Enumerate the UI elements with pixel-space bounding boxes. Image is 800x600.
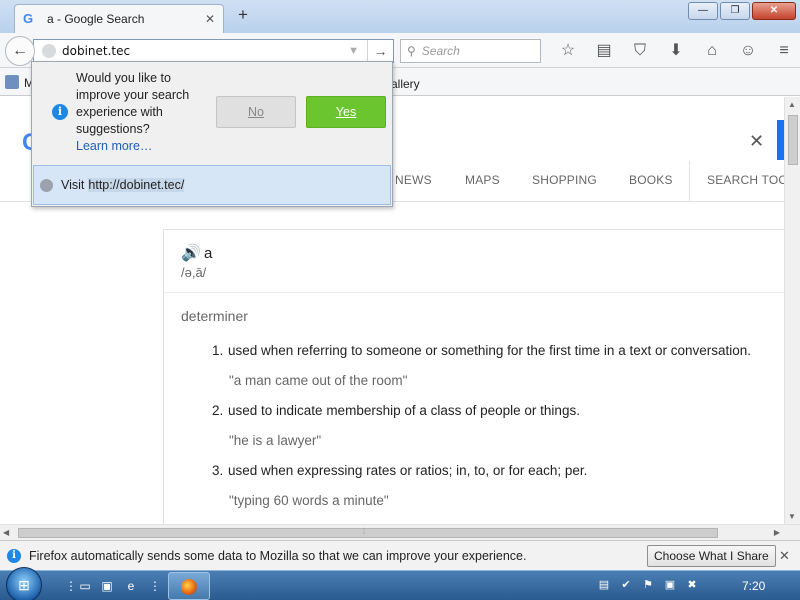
- tab-search-tools[interactable]: SEARCH TOOLS: [707, 173, 784, 187]
- google-favicon-icon: G: [23, 11, 34, 26]
- tab-maps[interactable]: MAPS: [465, 173, 500, 187]
- tab-separator: [689, 161, 690, 201]
- tab-google-search[interactable]: G a - Google Search ✕: [14, 4, 224, 33]
- word-row: 🔊 a: [181, 243, 212, 263]
- definition-number: 1.: [212, 343, 224, 358]
- vertical-scrollbar[interactable]: ▲ ▼: [784, 97, 800, 524]
- new-tab-button[interactable]: +: [234, 6, 252, 24]
- visit-label: Visit: [61, 178, 85, 192]
- system-tray: ▤ ✔ ⚑ ▣ ✖: [596, 577, 700, 593]
- close-window-button[interactable]: ✕: [752, 2, 796, 20]
- card-divider: [164, 292, 784, 293]
- scroll-right-icon[interactable]: ▶: [774, 528, 780, 537]
- bookmark-item-gallery[interactable]: allery: [391, 77, 420, 91]
- globe-icon: [42, 44, 56, 58]
- download-icon[interactable]: ⬇: [658, 41, 694, 61]
- scroll-left-icon[interactable]: ◀: [3, 528, 9, 537]
- tab-title: a - Google Search: [47, 12, 145, 26]
- taskbar-clock[interactable]: 7:20: [742, 579, 765, 593]
- search-input[interactable]: ⚲ Search: [400, 39, 541, 63]
- scroll-down-icon[interactable]: ▼: [788, 512, 796, 521]
- tab-news[interactable]: NEWS: [395, 173, 432, 187]
- hello-icon[interactable]: ☺: [730, 41, 766, 61]
- phonetic: /ə,ā/: [181, 265, 207, 280]
- choose-what-i-share-button[interactable]: Choose What I Share: [647, 545, 776, 567]
- speaker-icon[interactable]: 🔊: [181, 243, 201, 263]
- visit-url: http://dobinet.tec/: [88, 178, 185, 192]
- horizontal-scroll-thumb[interactable]: ⦙: [18, 526, 718, 538]
- globe-icon: [40, 178, 53, 192]
- menu-icon[interactable]: ≡: [766, 41, 800, 61]
- definition-number: 3.: [212, 463, 224, 478]
- definition-example: "a man came out of the room": [229, 373, 408, 388]
- suggestions-message: Would you like to improve your search ex…: [76, 71, 190, 136]
- tray-shield-icon[interactable]: ✔: [618, 577, 634, 593]
- no-button[interactable]: No: [216, 96, 296, 128]
- firefox-taskbar-button[interactable]: [168, 572, 210, 600]
- toolbar-icons: ☆ ▤ ⛉ ⬇ ⌂ ☺ ≡: [550, 41, 800, 61]
- data-sharing-notification: i Firefox automatically sends some data …: [0, 540, 800, 570]
- magnifier-icon: ⚲: [407, 44, 416, 58]
- window-titlebar: G a - Google Search ✕ + — ❐ ✕: [0, 0, 800, 33]
- taskbar-separator-icon: ⋮: [149, 579, 161, 593]
- tray-doc-icon[interactable]: ▤: [596, 577, 612, 593]
- definition-item: 1. used when referring to someone or some…: [212, 343, 751, 358]
- windows-taskbar: ⊞ ⋮ ▭ ▣ e ⋮ ▤ ✔ ⚑ ▣ ✖ 7:20: [0, 567, 800, 600]
- firefox-icon: [181, 578, 197, 595]
- go-arrow-icon[interactable]: →: [367, 40, 393, 62]
- network-icon[interactable]: ▣: [662, 577, 678, 593]
- home-icon[interactable]: ⌂: [694, 41, 730, 61]
- explorer-icon[interactable]: ▣: [96, 575, 118, 597]
- star-icon[interactable]: ☆: [550, 41, 586, 61]
- search-suggestions-popup: i Would you like to improve your search …: [31, 61, 393, 207]
- search-placeholder: Search: [421, 44, 460, 58]
- bookmark-icon: [5, 75, 19, 89]
- tab-books[interactable]: BOOKS: [629, 173, 673, 187]
- definition-text: used to indicate membership of a class o…: [228, 403, 580, 418]
- scroll-grip-icon: ⦙: [363, 526, 366, 536]
- url-input[interactable]: dobinet.tec: [62, 44, 348, 58]
- search-button[interactable]: [777, 120, 784, 160]
- dictionary-card: 🔊 a /ə,ā/ determiner 1. used when referri…: [163, 229, 784, 524]
- definition-number: 2.: [212, 403, 224, 418]
- scroll-up-icon[interactable]: ▲: [788, 100, 796, 109]
- yes-button[interactable]: Yes: [306, 96, 386, 128]
- notification-close-icon[interactable]: ✕: [779, 548, 790, 564]
- volume-muted-icon[interactable]: ✖: [684, 577, 700, 593]
- visit-suggestion[interactable]: Visit http://dobinet.tec/: [33, 165, 391, 205]
- window-controls: — ❐ ✕: [688, 2, 796, 20]
- url-dropdown-icon[interactable]: ▼: [348, 45, 359, 57]
- action-center-flag-icon[interactable]: ⚑: [640, 577, 656, 593]
- learn-more-link[interactable]: Learn more…: [76, 139, 152, 153]
- definition-item: 2. used to indicate membership of a class…: [212, 403, 580, 418]
- part-of-speech: determiner: [181, 308, 248, 324]
- vertical-scroll-thumb[interactable]: [788, 115, 798, 165]
- reader-list-icon[interactable]: ▤: [586, 41, 622, 61]
- definition-text: used when referring to someone or someth…: [228, 343, 752, 358]
- definition-example: "he is a lawyer": [229, 433, 322, 448]
- info-icon: i: [52, 104, 68, 120]
- tab-shopping[interactable]: SHOPPING: [532, 173, 597, 187]
- definition-text: used when expressing rates or ratios; in…: [228, 463, 588, 478]
- start-button[interactable]: ⊞: [6, 567, 42, 600]
- info-icon: i: [7, 548, 21, 563]
- tab-close-icon[interactable]: ✕: [205, 12, 215, 26]
- maximize-button[interactable]: ❐: [720, 2, 750, 20]
- definition-item: 3. used when expressing rates or ratios; …: [212, 463, 587, 478]
- horizontal-scrollbar[interactable]: ◀ ⦙ ▶: [0, 524, 800, 540]
- internet-explorer-icon[interactable]: e: [120, 575, 142, 597]
- notification-text: Firefox automatically sends some data to…: [29, 548, 527, 563]
- desktop-shortcut-icon[interactable]: ▭: [74, 575, 96, 597]
- definition-example: "typing 60 words a minute": [229, 493, 389, 508]
- url-bar[interactable]: dobinet.tec ▼ →: [33, 39, 394, 63]
- clear-search-icon[interactable]: ✕: [749, 131, 764, 152]
- pocket-icon[interactable]: ⛉: [622, 41, 658, 61]
- minimize-button[interactable]: —: [688, 2, 718, 20]
- dictionary-word: a: [204, 244, 213, 262]
